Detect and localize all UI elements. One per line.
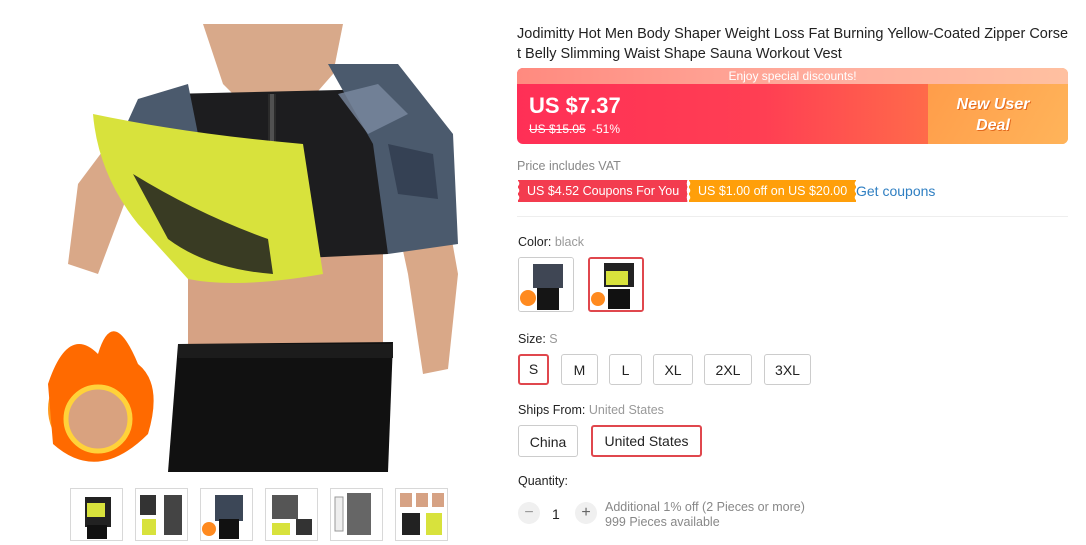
size-option-2xl[interactable]: 2XL (704, 354, 752, 385)
thumbnail-2[interactable] (135, 488, 188, 541)
main-product-image[interactable] (38, 24, 464, 472)
color-option-1[interactable] (518, 257, 574, 312)
thumbnail-4-image (266, 489, 317, 540)
thumbnail-5[interactable] (330, 488, 383, 541)
color-label-text: Color: (518, 235, 555, 249)
quantity-label: Quantity: (518, 474, 569, 488)
ships-from-label: Ships From: United States (518, 403, 664, 417)
ships-from-value: United States (588, 403, 664, 417)
divider (517, 216, 1068, 217)
size-value: S (549, 332, 558, 346)
quantity-increase-button[interactable]: + (575, 502, 597, 524)
quantity-decrease-button[interactable]: − (518, 502, 540, 524)
ship-option-united-states[interactable]: United States (591, 425, 702, 457)
banner-promo-text: Enjoy special discounts! (517, 68, 1068, 84)
product-title: Jodimitty Hot Men Body Shaper Weight Los… (517, 26, 1069, 62)
thumbnail-3[interactable] (200, 488, 253, 541)
quantity-discount-note: Additional 1% off (2 Pieces or more) (605, 500, 805, 514)
ship-option-china[interactable]: China (518, 425, 578, 457)
size-option-3xl[interactable]: 3XL (764, 354, 811, 385)
coupon-for-you[interactable]: US $4.52 Coupons For You (515, 180, 689, 202)
vat-note: Price includes VAT (517, 159, 621, 173)
size-label-text: Size: (518, 332, 550, 346)
price-banner: Enjoy special discounts! US $7.37 US $15… (517, 68, 1068, 144)
size-label: Size: S (518, 332, 558, 346)
thumbnail-1[interactable] (70, 488, 123, 541)
current-price: US $7.37 (529, 93, 621, 118)
new-user-deal-label: New User Deal (956, 96, 1030, 134)
thumbnail-4[interactable] (265, 488, 318, 541)
thumbnail-6[interactable] (395, 488, 448, 541)
original-price: US $15.05 (529, 122, 586, 136)
color-option-2-selected[interactable] (588, 257, 644, 312)
quantity-value[interactable]: 1 (552, 506, 560, 522)
color-label: Color: black (518, 235, 584, 249)
get-coupons-link[interactable]: Get coupons (856, 183, 935, 199)
color-value: black (554, 235, 585, 249)
size-option-s[interactable]: S (518, 354, 549, 385)
thumbnail-2-image (136, 489, 187, 540)
product-photo (38, 24, 464, 472)
ships-from-label-text: Ships From: (518, 403, 589, 417)
thumbnail-1-image (71, 489, 122, 540)
color-option-1-image (519, 258, 573, 311)
pieces-available: 999 Pieces available (605, 515, 720, 529)
coupon-off[interactable]: US $1.00 off on US $20.00 (686, 180, 857, 202)
thumbnail-6-image (396, 489, 447, 540)
thumbnail-5-image (331, 489, 382, 540)
color-option-2-image (590, 259, 642, 310)
thumbnail-3-image (201, 489, 252, 540)
size-option-l[interactable]: L (609, 354, 642, 385)
discount-percent: -51% (592, 122, 621, 136)
size-option-m[interactable]: M (561, 354, 598, 385)
size-option-xl[interactable]: XL (653, 354, 693, 385)
